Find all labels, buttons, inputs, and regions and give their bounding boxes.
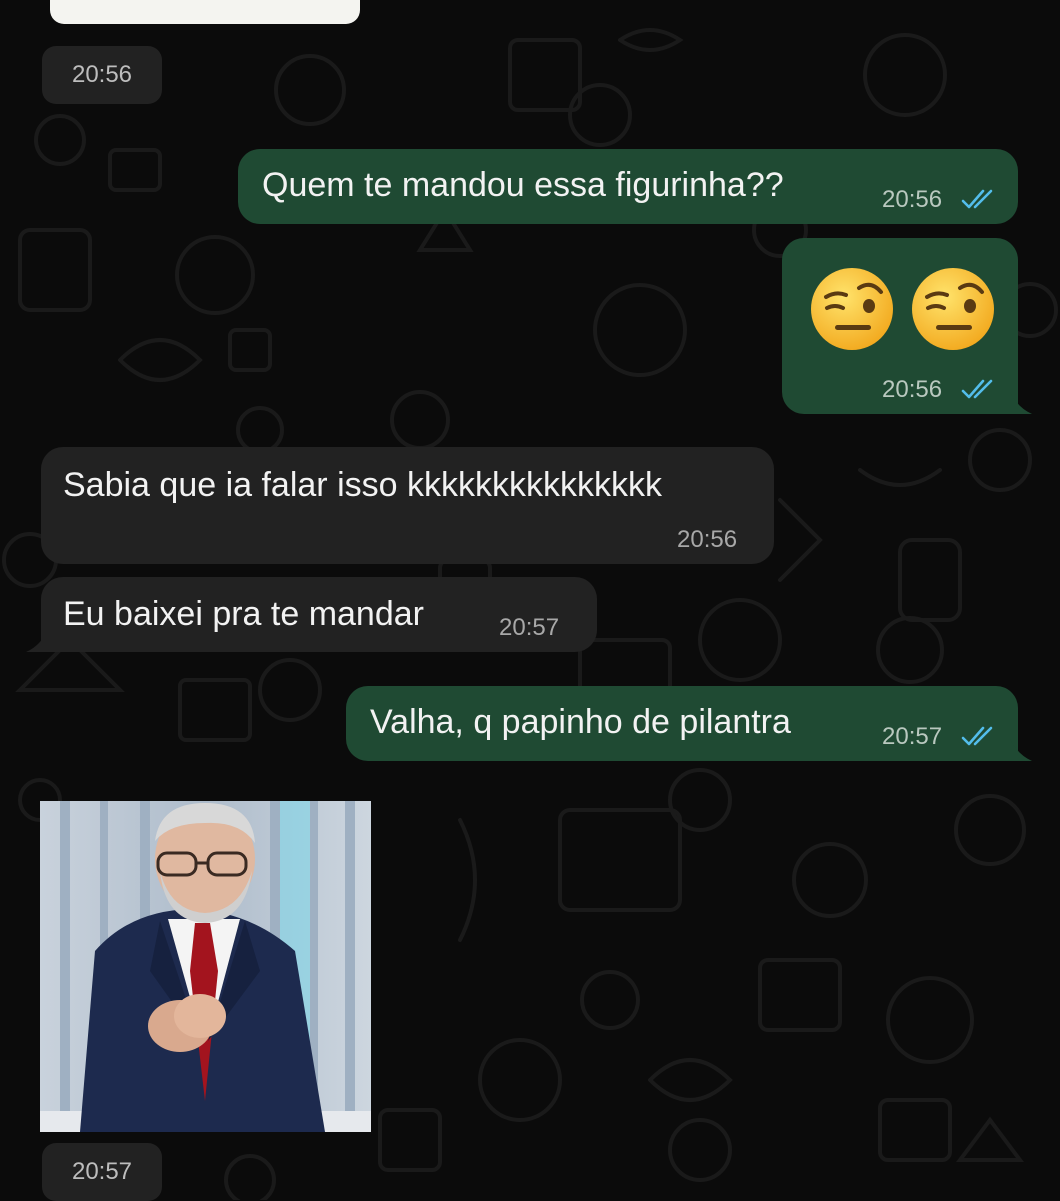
read-receipt-icon xyxy=(961,189,993,209)
message-text: Eu baixei pra te mandar xyxy=(63,595,424,633)
face-with-raised-eyebrow-icon xyxy=(811,268,893,350)
sticker-image[interactable] xyxy=(40,801,371,1132)
message-time: 20:56 xyxy=(882,376,943,403)
message-time: 20:57 xyxy=(499,614,560,641)
face-with-raised-eyebrow-icon xyxy=(912,268,994,350)
bubble-tail xyxy=(1010,392,1032,414)
read-receipt-icon xyxy=(961,726,993,746)
message-bubble-received[interactable]: Sabia que ia falar isso kkkkkkkkkkkkkkk … xyxy=(41,447,774,564)
message-bubble-sent[interactable]: Valha, q papinho de pilantra 20:57 xyxy=(346,686,1018,761)
message-bubble-received[interactable]: Eu baixei pra te mandar 20:57 xyxy=(41,577,597,652)
sticker-timestamp: 20:57 xyxy=(42,1143,162,1201)
sticker-image[interactable] xyxy=(50,0,360,24)
bubble-tail xyxy=(1010,739,1032,761)
sticker-time: 20:56 xyxy=(71,61,133,88)
sticker-time: 20:57 xyxy=(71,1158,133,1185)
message-text: Quem te mandou essa figurinha?? xyxy=(262,166,784,204)
message-bubble-sent-emoji[interactable]: 20:56 xyxy=(782,238,1018,414)
sticker-timestamp: 20:56 xyxy=(42,46,162,104)
message-text: Valha, q papinho de pilantra xyxy=(370,703,791,741)
read-receipt-icon xyxy=(961,379,993,399)
man-in-suit-photo xyxy=(40,801,371,1132)
bubble-tail xyxy=(26,630,48,652)
message-bubble-sent[interactable]: Quem te mandou essa figurinha?? 20:56 xyxy=(238,149,1018,224)
message-time: 20:56 xyxy=(882,186,943,213)
message-time: 20:57 xyxy=(882,723,943,750)
message-text: Sabia que ia falar isso kkkkkkkkkkkkkkk xyxy=(63,466,662,504)
message-time: 20:56 xyxy=(677,526,738,553)
